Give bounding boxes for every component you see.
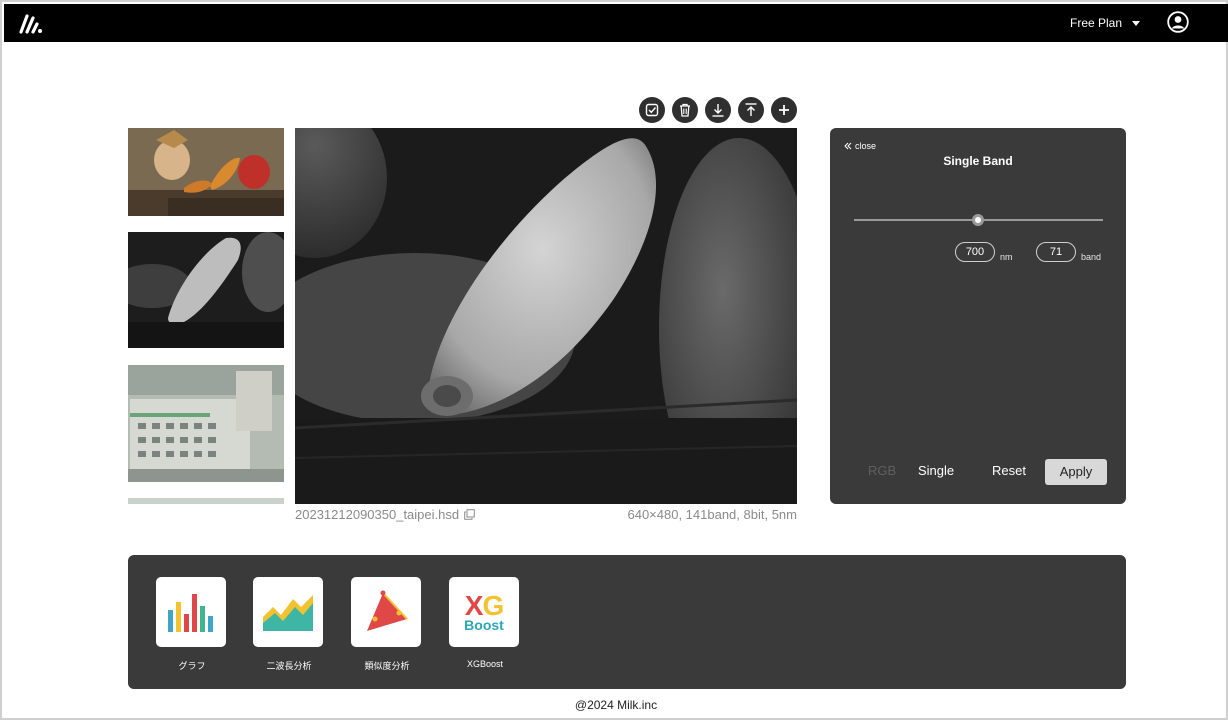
file-info: 20231212090350_taipei.hsd 640×480, 141ba… [295, 507, 797, 522]
plan-label: Free Plan [1070, 16, 1123, 30]
file-name-group: 20231212090350_taipei.hsd [295, 507, 475, 522]
thumbnail-still-life[interactable] [128, 128, 284, 216]
double-chevron-left-icon [844, 142, 852, 150]
download-icon [712, 104, 724, 117]
tool-similarity-card [351, 577, 421, 647]
image-toolbar [639, 97, 797, 123]
footer-copyright: @2024 Milk.inc [574, 698, 658, 712]
top-bar: Free Plan [4, 4, 1228, 42]
band-unit: band [1081, 252, 1102, 262]
user-account-icon[interactable] [1167, 11, 1189, 33]
caret-down-icon [1132, 20, 1141, 26]
close-label: close [855, 141, 877, 151]
wavelength-slider-thumb[interactable] [972, 214, 984, 226]
milk-logo[interactable] [18, 12, 44, 34]
bar-chart-icon [168, 594, 213, 632]
tool-xgboost[interactable]: XG Boost XGBoost [449, 577, 521, 669]
delete-button[interactable] [672, 97, 698, 123]
tool-dual-wavelength-card [253, 577, 323, 647]
trash-icon [680, 103, 690, 117]
close-button[interactable]: close [844, 141, 876, 151]
tool-similarity-label: 類似度分析 [364, 661, 410, 671]
upload-button[interactable] [738, 97, 764, 123]
thumbnail-banana[interactable] [128, 232, 284, 348]
mode-single-button[interactable]: Single [918, 463, 954, 478]
plan-dropdown[interactable]: Free Plan [1070, 16, 1141, 30]
reset-button[interactable]: Reset [992, 463, 1026, 478]
file-meta: 640×480, 141band, 8bit, 5nm [627, 507, 797, 522]
mode-rgb-button[interactable]: RGB [868, 463, 896, 478]
analysis-tools: グラフ 二波長分析 類似度分析 XG Boost XGBoost [128, 555, 1126, 689]
tool-graph[interactable]: グラフ [156, 577, 228, 672]
thumbnail-partial[interactable] [128, 498, 284, 504]
xgboost-logo: XG Boost [464, 590, 504, 633]
plus-icon [779, 105, 789, 115]
band-input[interactable]: 71 [1036, 242, 1076, 262]
upload-icon [745, 103, 757, 116]
band-panel: close Single Band 700 nm 71 band RGB Sin… [830, 128, 1126, 504]
file-name: 20231212090350_taipei.hsd [295, 507, 460, 522]
image-viewer[interactable] [295, 128, 797, 504]
tool-xgboost-label: XGBoost [466, 659, 504, 669]
download-button[interactable] [705, 97, 731, 123]
add-button[interactable] [771, 97, 797, 123]
tool-graph-label: グラフ [178, 661, 206, 671]
tool-graph-card [156, 577, 226, 647]
mountain-chart-icon [263, 595, 313, 631]
tool-dual-wavelength-label: 二波長分析 [266, 661, 312, 671]
apply-button[interactable]: Apply [1045, 459, 1107, 485]
thumbnail-city[interactable] [128, 365, 284, 482]
wavelength-input[interactable]: 700 [955, 242, 995, 262]
select-button[interactable] [639, 97, 665, 123]
copy-icon[interactable] [464, 509, 475, 520]
panel-title: Single Band [943, 154, 1013, 168]
check-square-icon [645, 103, 659, 117]
cone-icon [367, 590, 408, 631]
app-window: Free Plan 20231212090350_taipei.hsd 640×… [0, 0, 1228, 720]
tool-dual-wavelength[interactable]: 二波長分析 [253, 577, 325, 672]
thumbnail-list[interactable] [128, 128, 284, 504]
tool-xgboost-card: XG Boost [449, 577, 519, 647]
tool-similarity[interactable]: 類似度分析 [351, 577, 423, 672]
wavelength-unit: nm [1000, 252, 1013, 262]
